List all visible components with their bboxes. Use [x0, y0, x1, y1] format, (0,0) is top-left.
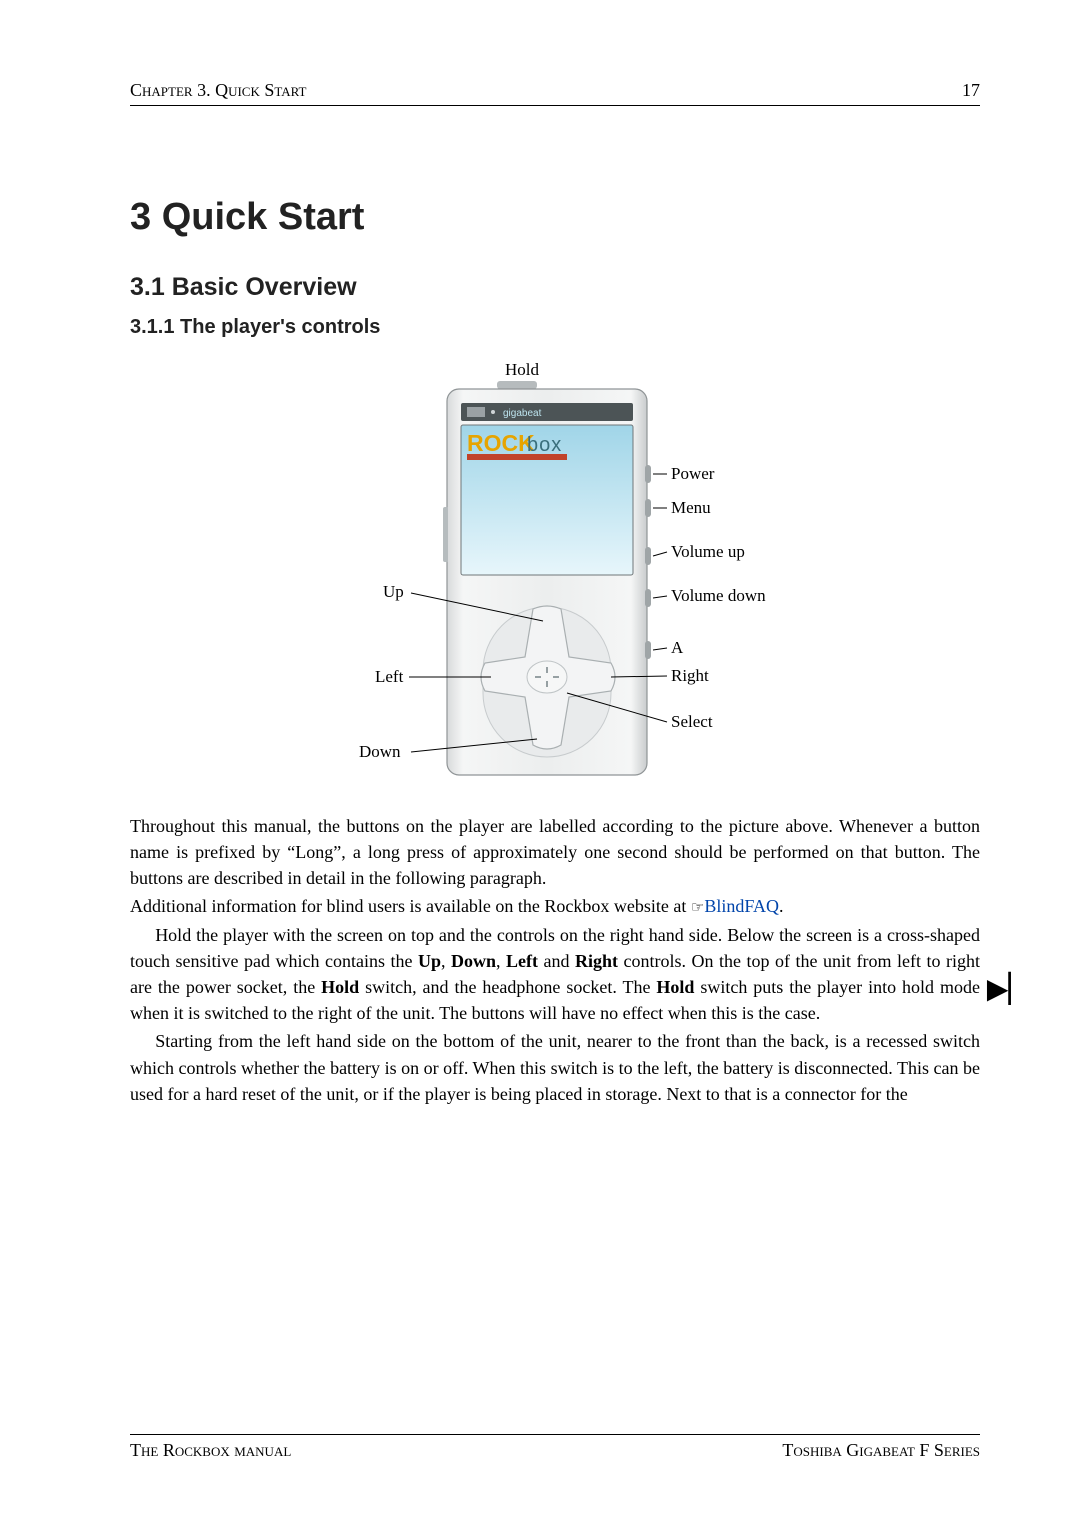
left-slot-icon	[443, 507, 448, 562]
sep2: ,	[496, 951, 506, 971]
label-up: Up	[383, 582, 404, 601]
header-page-number: 17	[962, 80, 980, 101]
btn-a-icon	[645, 641, 651, 659]
indicator-dot-icon	[491, 410, 495, 414]
btn-menu-icon	[645, 499, 651, 517]
logo-underline-icon	[467, 454, 567, 460]
bold-up: Up	[418, 951, 441, 971]
bold-down: Down	[451, 951, 496, 971]
label-power: Power	[671, 464, 715, 483]
footer-rule	[130, 1434, 980, 1435]
bold-hold2: Hold	[656, 977, 694, 997]
pointing-hand-icon: ☞	[691, 900, 704, 916]
bold-hold1: Hold	[321, 977, 359, 997]
blindfaq-link[interactable]: BlindFAQ	[704, 896, 779, 916]
subsection-title: 3.1.1 The player's controls	[130, 316, 980, 339]
leader-volup	[653, 552, 667, 556]
btn-power-icon	[645, 465, 651, 483]
para2-text: Additional information for blind users i…	[130, 896, 691, 916]
hold-switch-icon	[497, 381, 537, 389]
btn-voldown-icon	[645, 589, 651, 607]
leader-a	[653, 648, 667, 650]
footer-left: The Rockbox manual	[130, 1440, 291, 1461]
header-left: Chapter 3. Quick Start	[130, 80, 306, 101]
label-gigabeat: gigabeat	[503, 408, 542, 419]
label-select: Select	[671, 712, 713, 731]
logo-rock: ROCK	[467, 430, 535, 456]
player-diagram-svg: Hold gigabeat ROCK	[275, 357, 835, 787]
para3-d: switch, and the headphone socket. The	[359, 977, 656, 997]
label-hold: Hold	[505, 360, 540, 379]
logo-box: box	[527, 434, 562, 456]
margin-play-icon: ▶▏	[987, 972, 1030, 1006]
leader-voldown	[653, 596, 667, 598]
section-title: 3.1 Basic Overview	[130, 273, 980, 302]
label-left: Left	[375, 667, 404, 686]
label-right: Right	[671, 666, 709, 685]
label-menu: Menu	[671, 498, 711, 517]
para2-post: .	[779, 896, 784, 916]
label-voldown: Volume down	[671, 586, 766, 605]
page-footer: The Rockbox manual Toshiba Gigabeat F Se…	[130, 1440, 980, 1461]
btn-volup-icon	[645, 547, 651, 565]
label-volup: Volume up	[671, 542, 745, 561]
bold-left: Left	[506, 951, 538, 971]
label-down: Down	[359, 742, 401, 761]
paragraph-4: Starting from the left hand side on the …	[130, 1028, 980, 1106]
chapter-title: 3 Quick Start	[130, 196, 980, 239]
speaker-grille-icon	[467, 407, 485, 417]
player-diagram: Hold gigabeat ROCK	[130, 357, 980, 787]
footer-right: Toshiba Gigabeat F Series	[782, 1440, 980, 1461]
bold-right: Right	[575, 951, 618, 971]
paragraph-1: Throughout this manual, the buttons on t…	[130, 813, 980, 891]
page-header: Chapter 3. Quick Start 17	[130, 80, 980, 106]
device-top-strip	[461, 403, 633, 421]
label-a: A	[671, 638, 684, 657]
para3-b: and	[538, 951, 575, 971]
sep1: ,	[441, 951, 451, 971]
paragraph-3: Hold the player with the screen on top a…	[130, 922, 980, 1026]
paragraph-2: Additional information for blind users i…	[130, 893, 980, 920]
